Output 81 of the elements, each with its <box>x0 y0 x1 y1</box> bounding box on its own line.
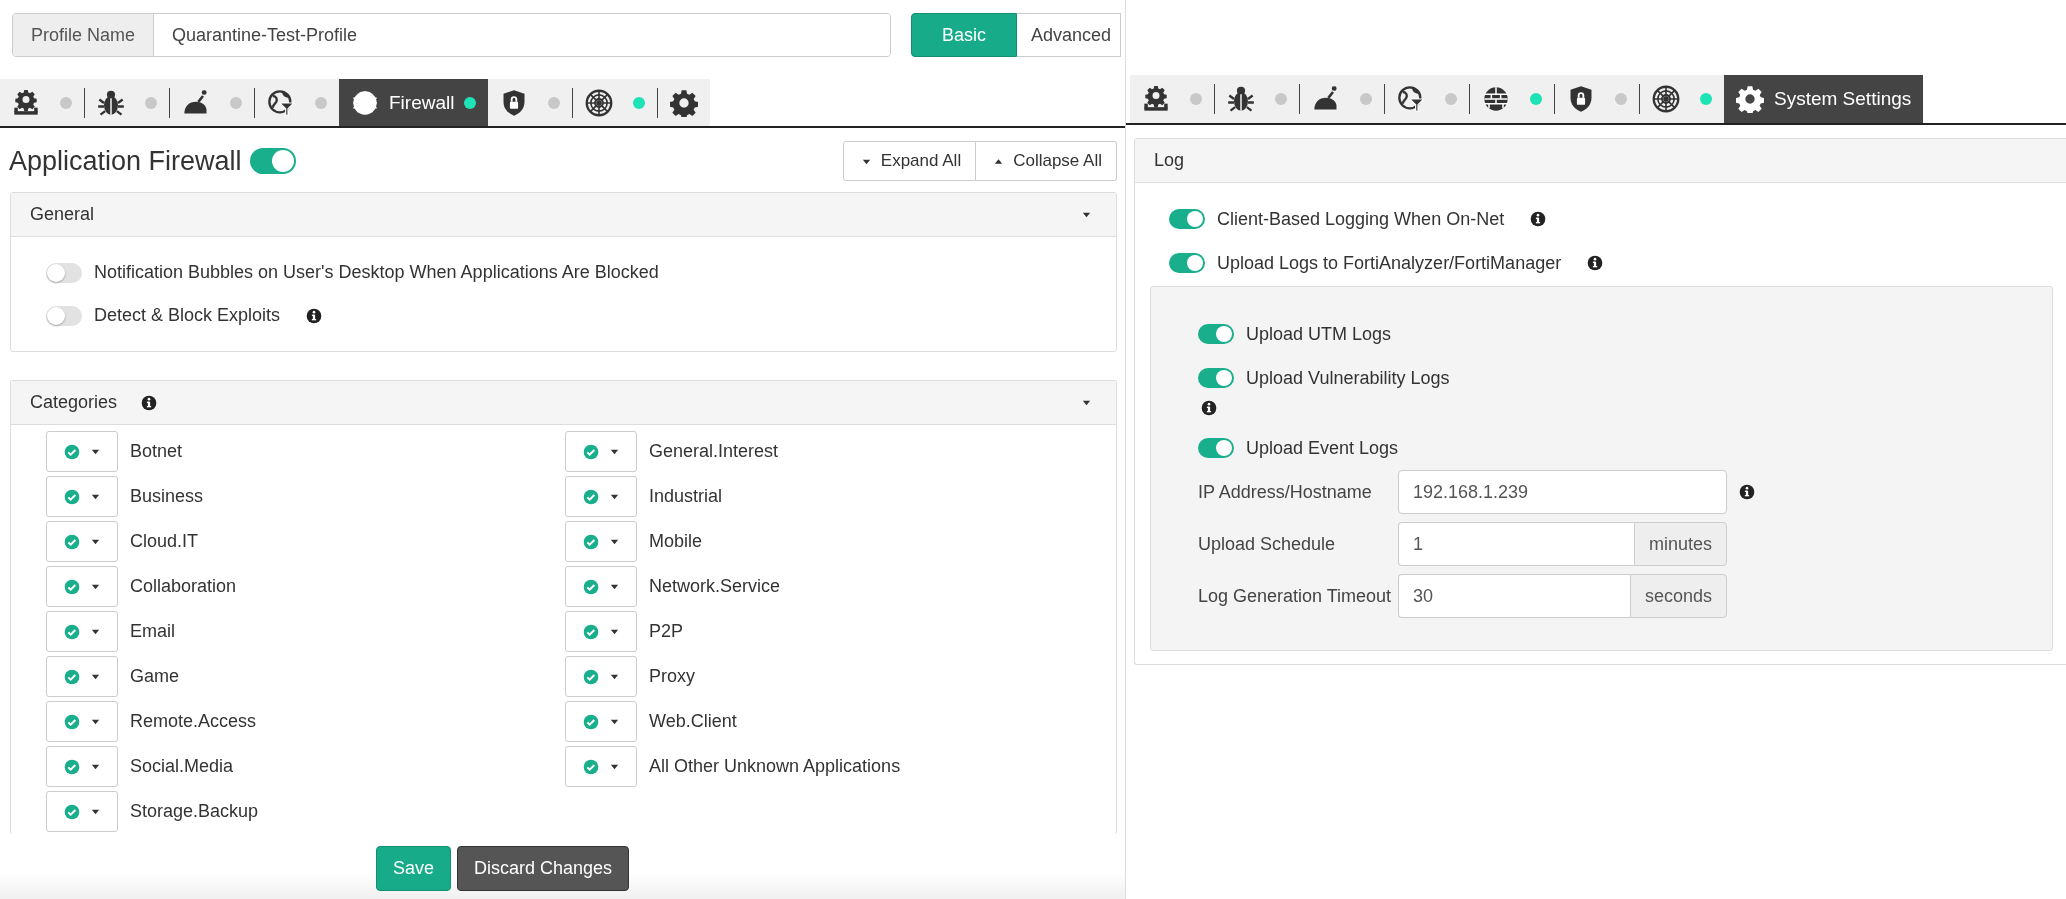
toggle-label: Notification Bubbles on User's Desktop When Applications Are Blocked <box>94 262 659 283</box>
bug-icon <box>97 88 125 117</box>
action-dropdown[interactable] <box>46 791 118 832</box>
mode-button[interactable]: Advanced <box>1017 13 1121 57</box>
gear-icon <box>1736 85 1764 113</box>
category-label: Botnet <box>130 441 183 462</box>
info-icon <box>141 394 158 411</box>
field-label: IP Address/Hostname <box>1198 481 1373 504</box>
action-dropdown[interactable] <box>46 476 118 517</box>
action-dropdown[interactable] <box>565 611 637 652</box>
unit-label: minutes <box>1633 522 1727 566</box>
panel-title: Categories <box>30 392 118 413</box>
gear-icon <box>1142 85 1170 113</box>
unit-label: seconds <box>1629 574 1727 618</box>
action-dropdown[interactable] <box>565 701 637 742</box>
gear-icon <box>12 88 40 117</box>
toggle-label: Detect & Block Exploits <box>94 305 281 326</box>
page-title: Application Firewall <box>9 145 242 177</box>
action-dropdown[interactable] <box>46 656 118 697</box>
expand-all-button[interactable]: Expand All <box>842 141 977 181</box>
toggle-switch[interactable] <box>1169 253 1205 273</box>
category-label: Cloud.IT <box>130 531 199 552</box>
category-label: Storage.Backup <box>130 801 259 822</box>
toggle-switch[interactable] <box>1169 209 1205 229</box>
toggle-label: Upload UTM Logs <box>1246 323 1392 345</box>
gear-icon <box>670 88 699 117</box>
field-label: Log Generation Timeout <box>1198 585 1393 608</box>
toggle-switch[interactable] <box>1198 324 1234 344</box>
spider-web-icon <box>1652 85 1680 113</box>
action-dropdown[interactable] <box>46 566 118 607</box>
panel-title: Log <box>1154 150 1185 171</box>
input-field[interactable]: 1 <box>1398 522 1634 566</box>
globe-funnel-icon <box>267 88 295 117</box>
input-field[interactable]: 30 <box>1398 574 1630 618</box>
tab[interactable]: System Settings <box>1724 75 1924 123</box>
toggle-switch[interactable] <box>46 305 82 326</box>
profile-name-field[interactable]: Profile Name Quarantine-Test-Profile <box>12 13 891 57</box>
toggle-label: Client-Based Logging When On-Net <box>1217 208 1505 230</box>
action-dropdown[interactable] <box>565 476 637 517</box>
tab[interactable]: Firewall <box>339 79 489 126</box>
panel-title: General <box>30 204 95 225</box>
collapse-all-button[interactable]: Collapse All <box>976 141 1117 181</box>
category-label: Network.Service <box>649 576 781 597</box>
toggle-label: Upload Event Logs <box>1246 437 1399 459</box>
category-label: Game <box>130 666 180 687</box>
globe-funnel-icon <box>1397 85 1425 113</box>
action-dropdown[interactable] <box>46 521 118 562</box>
category-label: Email <box>130 621 175 642</box>
category-label: Web.Client <box>649 711 737 732</box>
toggle-switch[interactable] <box>1198 438 1234 458</box>
category-label: Remote.Access <box>130 711 257 732</box>
action-dropdown[interactable] <box>46 611 118 652</box>
toggle-switch[interactable] <box>249 148 296 174</box>
category-label: Industrial <box>649 486 723 507</box>
category-label: Mobile <box>649 531 703 552</box>
field-label: Upload Schedule <box>1198 533 1337 556</box>
action-dropdown[interactable] <box>565 566 637 607</box>
discard-button[interactable]: Discard Changes <box>456 846 630 891</box>
category-label: Collaboration <box>130 576 237 597</box>
category-label: P2P <box>649 621 684 642</box>
category-label: Proxy <box>649 666 695 687</box>
category-label: Business <box>130 486 204 507</box>
toggle-label: Upload Vulnerability Logs <box>1246 367 1450 389</box>
panel-header[interactable]: Categories <box>11 381 1116 425</box>
category-label: All Other Unknown Applications <box>649 756 901 777</box>
toggle-switch[interactable] <box>1198 368 1234 388</box>
category-label: Social.Media <box>130 756 234 777</box>
action-dropdown[interactable] <box>46 701 118 742</box>
input-field[interactable]: 192.168.1.239 <box>1398 470 1727 514</box>
panel-header[interactable]: General <box>11 193 1116 237</box>
action-dropdown[interactable] <box>565 431 637 472</box>
spider-web-icon <box>585 88 614 117</box>
action-dropdown[interactable] <box>46 431 118 472</box>
toggle-label: Upload Logs to FortiAnalyzer/FortiManager <box>1217 252 1562 274</box>
action-dropdown[interactable] <box>565 656 637 697</box>
category-label: General.Interest <box>649 441 779 462</box>
action-dropdown[interactable] <box>565 521 637 562</box>
action-dropdown[interactable] <box>565 746 637 787</box>
toggle-switch[interactable] <box>46 262 82 283</box>
bug-icon <box>1227 85 1255 113</box>
action-dropdown[interactable] <box>46 746 118 787</box>
